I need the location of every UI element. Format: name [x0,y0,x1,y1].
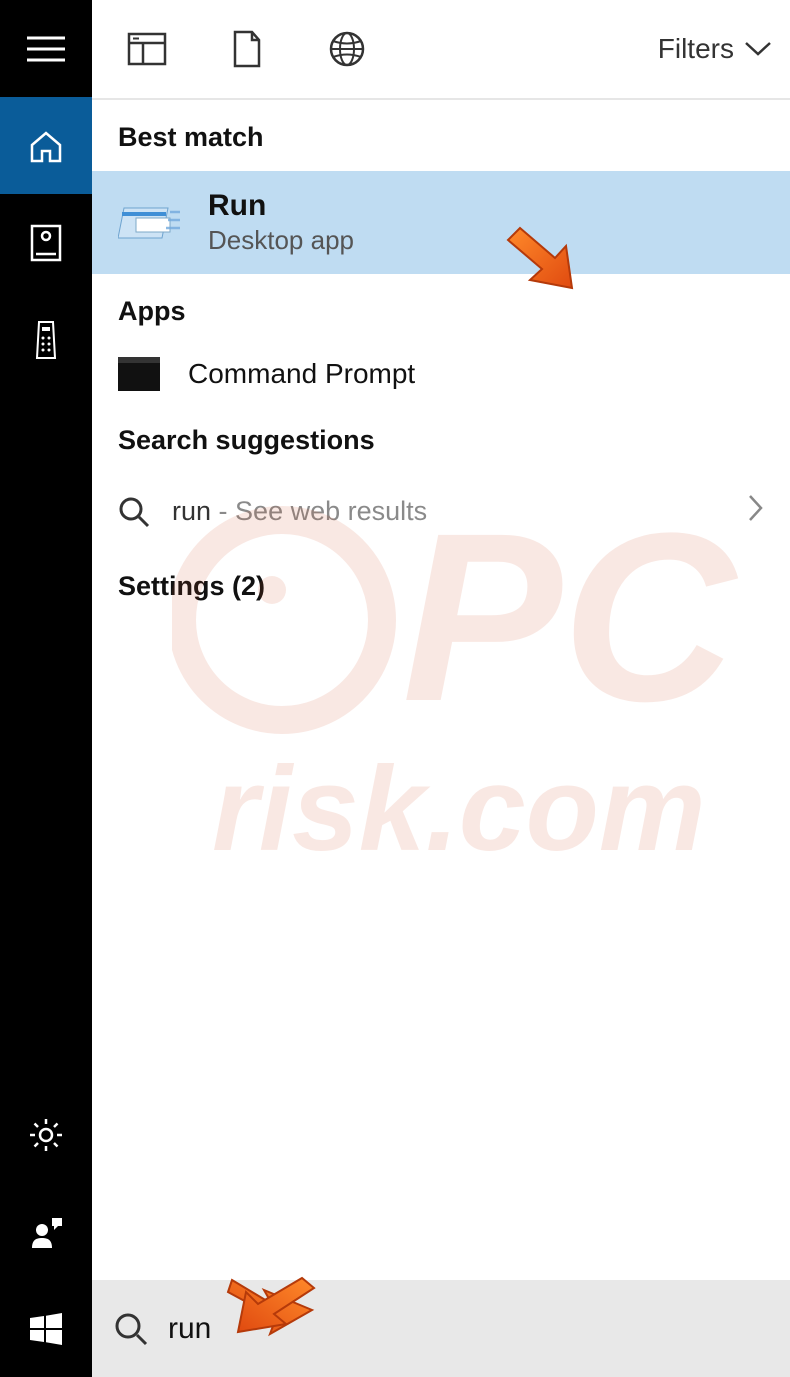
cortana-search-bar[interactable] [92,1280,790,1377]
search-icon [114,1312,148,1346]
filters-dropdown[interactable]: Filters [658,33,772,65]
filters-label: Filters [658,33,734,65]
search-suggestion-run[interactable]: run - See web results [92,474,790,549]
result-run-title: Run [208,189,354,223]
remote-icon [35,320,57,360]
chevron-right-icon [748,494,764,529]
web-tab-icon [328,30,366,68]
section-apps: Apps [92,274,790,345]
feedback-icon [28,1214,64,1250]
suggestion-query: run [172,496,211,526]
suggestion-hint: - See web results [219,496,428,526]
result-command-prompt[interactable]: Command Prompt [92,345,790,403]
hamburger-menu-button[interactable] [0,0,92,97]
windows-icon [28,1311,64,1347]
document-tab-icon [232,30,262,68]
search-icon [118,496,150,528]
tab-web[interactable] [302,0,392,98]
sidebar-settings-button[interactable] [0,1086,92,1183]
result-run[interactable]: Run Desktop app [92,171,790,274]
sidebar-feedback-button[interactable] [0,1183,92,1280]
search-scope-tabs: Filters [92,0,790,100]
sidebar-local-button[interactable] [0,194,92,291]
tab-documents[interactable] [202,0,292,98]
command-prompt-icon [118,353,160,395]
chevron-down-icon [744,41,772,57]
tab-apps[interactable] [102,0,192,98]
gear-icon [28,1117,64,1153]
section-search-suggestions: Search suggestions [92,403,790,474]
device-icon [30,224,62,262]
apps-tab-icon [127,32,167,66]
run-app-icon [118,192,180,254]
result-run-subtitle: Desktop app [208,225,354,256]
start-button[interactable] [0,1280,92,1377]
home-icon [28,129,64,163]
cortana-sidebar [0,0,92,1377]
sidebar-remote-button[interactable] [0,291,92,388]
result-cmd-title: Command Prompt [188,358,415,390]
search-input[interactable] [168,1312,768,1346]
search-results-panel: Filters Best match Run Desktop app [92,0,790,1377]
section-best-match: Best match [92,100,790,171]
section-settings[interactable]: Settings (2) [92,549,790,620]
sidebar-home-button[interactable] [0,97,92,194]
svg-text:risk.com: risk.com [212,742,706,876]
hamburger-icon [27,36,65,62]
